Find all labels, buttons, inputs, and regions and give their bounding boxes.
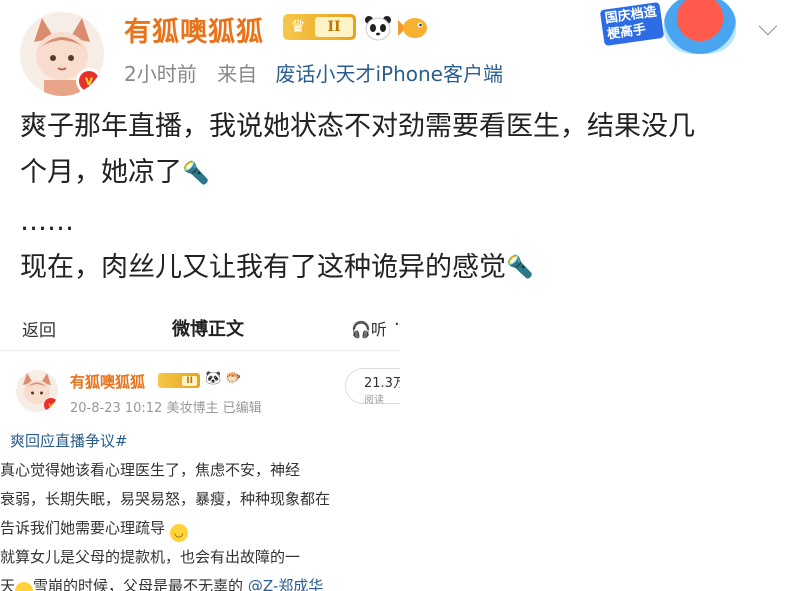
crown-icon: ♛ (290, 17, 306, 37)
source-link[interactable]: 废话小天才iPhone客户端 (275, 62, 503, 86)
vip-level: II (315, 17, 353, 37)
promo-banner[interactable]: 国庆档造梗高手 (599, 0, 752, 56)
body-line: 衰弱，长期失眠，易哭易怒，暴瘦，种种现象都在 (0, 490, 331, 508)
verified-badge-icon: v (44, 398, 58, 412)
listen-button[interactable]: 🎧听 (351, 316, 387, 340)
time-ago: 2小时前 (124, 62, 197, 86)
post-meta: 20-8-23 10:12 美妆博主 已编辑 (70, 401, 262, 416)
back-button[interactable]: 返回 (22, 316, 56, 341)
username[interactable]: 有狐噢狐狐 (70, 371, 145, 392)
post-line: 爽子那年直播，我说她状态不对劲需要看医生，结果没几 (20, 111, 695, 142)
divider (0, 350, 400, 351)
post-meta: 2小时前 来自 废话小天才iPhone客户端 (124, 58, 503, 87)
post-line: 现在，肉丝儿又让我有了这种诡异的感觉🔦 (20, 245, 770, 292)
mascot-icon (664, 0, 736, 54)
panda-icon: 🐼 (205, 371, 222, 386)
smile-emoji-icon: ◡ (169, 524, 188, 542)
promo-tag: 国庆档造梗高手 (599, 1, 665, 47)
avatar[interactable]: v (16, 370, 58, 412)
topic-link[interactable]: 爽回应直播争议# (10, 430, 128, 451)
vip-crown-badge: II (158, 373, 200, 388)
smile-emoji-icon: ◡ (15, 582, 34, 591)
embedded-screenshot: 返回 微博正文 🎧听 · v 有狐噢狐狐 II 🐼 🐡 20-8-23 10:1… (0, 300, 400, 591)
source-prefix: 来自 (217, 62, 258, 86)
verified-badge-icon: v (76, 68, 102, 94)
chevron-down-icon[interactable]: ⌵ (758, 12, 778, 43)
body-line: 告诉我们她需要心理疏导 ◡ (0, 514, 400, 543)
doge-emoji-icon: 🔦 (506, 255, 534, 280)
headphones-icon: 🎧 (351, 320, 371, 339)
body-line: 天 ◡ 雪崩的时候，父母是最不无辜的 @Z-郑成华 (0, 572, 400, 591)
username[interactable]: 有狐噢狐狐 (124, 10, 264, 49)
post-line: 个月，她凉了🔦 (20, 150, 770, 197)
fish-icon (397, 13, 429, 43)
read-count-badge: 21.3万 阅读 (345, 368, 400, 406)
page-title: 微博正文 (172, 319, 244, 340)
post-line: …… (20, 205, 74, 237)
fish-icon: 🐡 (225, 371, 242, 386)
read-label: 阅读 (364, 395, 384, 406)
panda-icon (362, 13, 394, 43)
post-text: 爽子那年直播，我说她状态不对劲需要看医生，结果没几 个月，她凉了🔦 …… 现在，… (20, 104, 770, 291)
more-icon[interactable]: · (394, 314, 400, 335)
post-body: 真心觉得她该看心理医生了，焦虑不安，神经 衰弱，长期失眠，易哭易怒，暴瘦，种种现… (0, 456, 400, 591)
doge-emoji-icon: 🔦 (182, 160, 210, 186)
mention-link[interactable]: @Z-郑成华 (248, 577, 323, 591)
body-line: 就算女儿是父母的提款机，也会有出故障的一 (0, 548, 301, 566)
body-line: 真心觉得她该看心理医生了，焦虑不安，神经 (0, 461, 301, 479)
read-count: 21.3万 (364, 376, 400, 391)
vip-crown-badge[interactable]: ♛ II (283, 14, 356, 40)
avatar[interactable]: v (20, 12, 104, 96)
